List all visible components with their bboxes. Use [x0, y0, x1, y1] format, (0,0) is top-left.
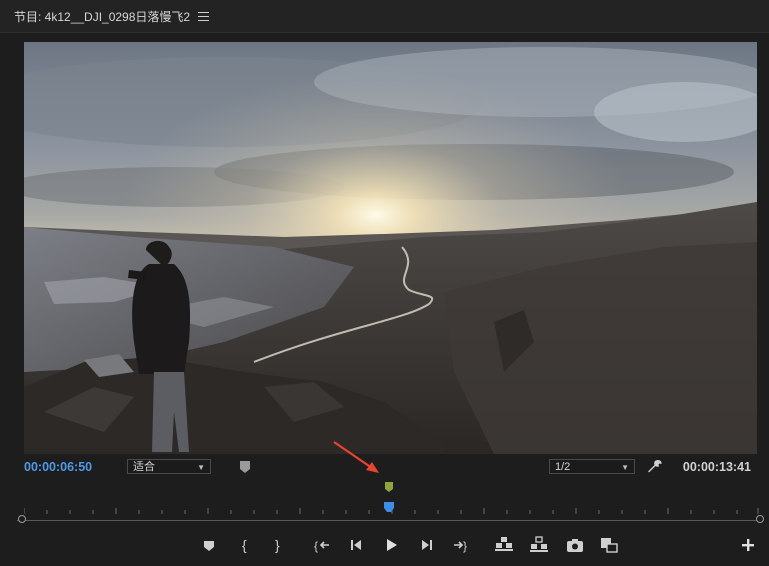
- transport-controls: { } { }: [0, 534, 769, 558]
- playhead-handle[interactable]: [383, 501, 395, 513]
- step-forward-icon[interactable]: [416, 534, 438, 556]
- step-back-icon[interactable]: [345, 534, 367, 556]
- marker-icon[interactable]: [198, 534, 220, 556]
- add-button-icon[interactable]: [737, 534, 759, 556]
- zoom-scrollbar-track[interactable]: [17, 520, 762, 521]
- extract-icon[interactable]: [528, 534, 550, 556]
- mark-in-icon[interactable]: {: [234, 534, 256, 556]
- svg-text:}: }: [275, 537, 280, 553]
- timeline-scrub-bar[interactable]: [0, 480, 769, 530]
- svg-text:{: {: [242, 537, 247, 553]
- compare-icon[interactable]: [598, 534, 620, 556]
- play-icon[interactable]: [380, 534, 402, 556]
- zoom-end-handle[interactable]: [756, 515, 764, 523]
- mark-out-icon[interactable]: }: [267, 534, 289, 556]
- export-frame-icon[interactable]: [564, 534, 586, 556]
- go-to-in-icon[interactable]: {: [312, 534, 334, 556]
- svg-text:}: }: [463, 539, 467, 553]
- zoom-start-handle[interactable]: [18, 515, 26, 523]
- lift-icon[interactable]: [493, 534, 515, 556]
- svg-text:{: {: [314, 539, 318, 553]
- in-point-marker[interactable]: [384, 481, 394, 493]
- go-to-out-icon[interactable]: }: [450, 534, 472, 556]
